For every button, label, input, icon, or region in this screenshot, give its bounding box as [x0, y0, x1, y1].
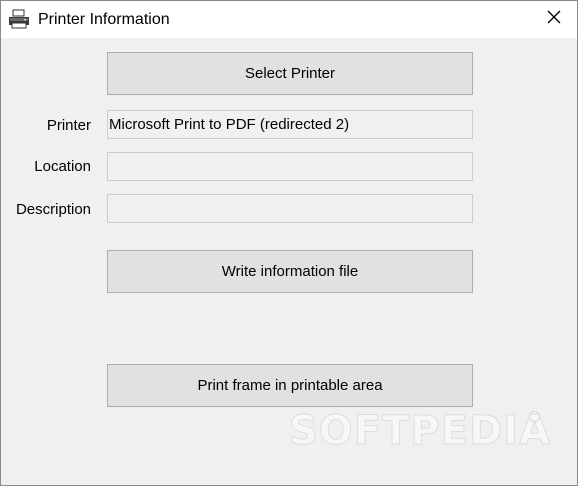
- title-bar[interactable]: Printer Information: [1, 1, 577, 38]
- description-label: Description: [15, 201, 91, 218]
- description-field: [107, 194, 473, 223]
- printer-field: Microsoft Print to PDF (redirected 2): [107, 110, 473, 139]
- printer-info-window: Printer Information Select Printer Print…: [0, 0, 578, 486]
- location-field: [107, 152, 473, 181]
- printer-label: Printer: [46, 117, 91, 134]
- location-label: Location: [34, 158, 91, 175]
- softpedia-watermark: SOFTPEDIA: [288, 408, 552, 455]
- printer-icon: [8, 9, 30, 29]
- select-printer-button[interactable]: Select Printer: [107, 52, 473, 95]
- print-frame-button[interactable]: Print frame in printable area: [107, 364, 473, 407]
- window-title: Printer Information: [38, 11, 170, 28]
- close-icon: [546, 9, 562, 30]
- write-info-file-button[interactable]: Write information file: [107, 250, 473, 293]
- close-button[interactable]: [531, 1, 577, 38]
- registered-mark-icon: [529, 411, 540, 422]
